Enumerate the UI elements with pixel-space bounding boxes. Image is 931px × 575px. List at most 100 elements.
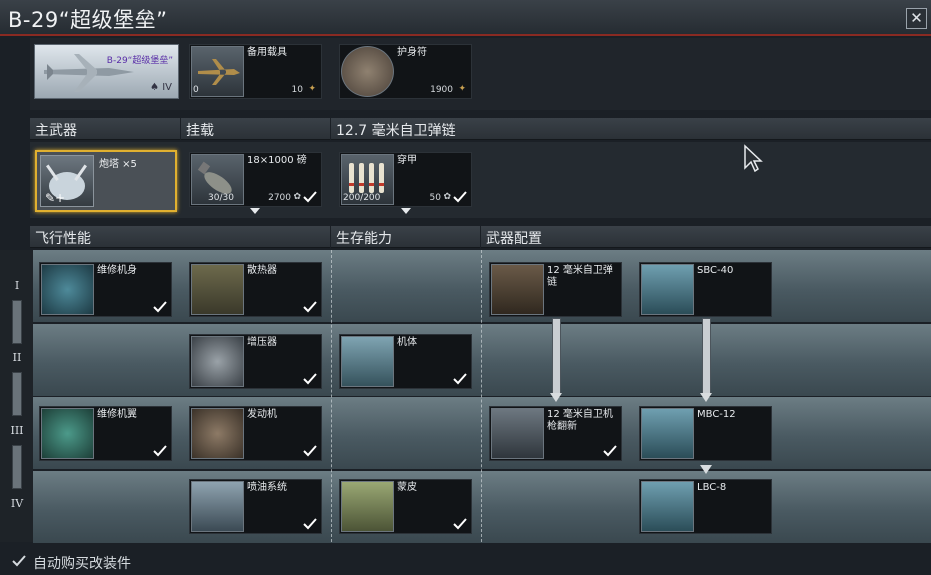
tier-label: I [14,279,20,292]
talisman-slot[interactable]: 护身符 1900 ✦ [339,44,472,99]
column-divider [481,250,482,542]
talisman-label: 护身符 [397,47,427,58]
module-label: 蒙皮 [397,482,417,493]
chevron-down-icon[interactable] [250,208,260,214]
arrow-down-icon [700,465,712,474]
module-label: 散热器 [247,265,277,276]
window-title: B-29“超级堡垒” [8,8,168,32]
footer [0,545,931,575]
silver-lion-icon: ✿ [443,192,451,202]
aircraft-card[interactable]: B-29“超级堡垒” ♠ IV [34,44,179,99]
turret-icon: ✎+ [40,155,94,207]
bomb-ammo: 30/30 [208,193,234,203]
engine-icon [191,408,244,459]
module-mbc12[interactable]: MBC-12 [639,406,772,461]
bomb-cost: 2700 [268,193,291,203]
module-turret12[interactable]: 12 毫米自卫机枪翻新 [489,406,622,461]
check-icon [303,301,317,313]
module-label: 发动机 [247,409,277,420]
module-airframe[interactable]: 机体 [339,334,472,389]
module-repair-wings[interactable]: 维修机翼 [39,406,172,461]
module-label: 维修机翼 [97,409,137,420]
check-icon [303,373,317,385]
check-icon [453,518,467,530]
dependency-connector [552,318,561,396]
tier-label: II [12,351,22,364]
arrow-down-icon [550,393,562,402]
fuselage-repair-icon [41,264,94,315]
check-icon [453,191,467,203]
dependency-connector [702,318,711,396]
header-weapons: 武器配置 [481,226,931,248]
module-label: MBC-12 [697,409,736,420]
cover-icon [341,481,394,532]
radiator-icon [191,264,244,315]
module-cover[interactable]: 蒙皮 [339,479,472,534]
belt-cost: 50 [429,193,441,203]
header-main-weapon: 主武器 [30,118,180,140]
talisman-cost: 1900 [430,85,453,95]
backup-count: 0 [193,85,199,95]
check-icon [603,445,617,457]
talisman-icon [341,46,394,97]
bomb-label: 18×1000 磅 [247,155,307,166]
injection-icon [191,481,244,532]
turret-icon [491,408,544,459]
auto-buy-checkbox[interactable] [12,555,26,567]
backup-cost: 10 [291,85,303,95]
turret-label: 炮塔 ×5 [99,159,137,170]
turret-card[interactable]: ✎+ 炮塔 ×5 [35,150,177,212]
module-engine[interactable]: 发动机 [189,406,322,461]
wing-repair-icon [41,408,94,459]
bomb-rack-icon [641,481,694,532]
bullets-icon [491,264,544,315]
tier-progress [12,372,22,416]
module-radiator[interactable]: 散热器 [189,262,322,317]
module-label: SBC-40 [697,265,734,276]
airframe-icon [341,336,394,387]
check-icon [303,191,317,203]
bomb-rack-icon [641,408,694,459]
belt-ammo: 200/200 [343,193,381,203]
bomb-slot[interactable]: 18×1000 磅 30/30 2700 ✿ [189,152,322,207]
tier-label: III [10,424,24,437]
tier-row [33,471,931,543]
module-repair-fuselage[interactable]: 维修机身 [39,262,172,317]
backup-vehicle-slot[interactable]: 备用载具 0 10 ✦ [189,44,322,99]
aircraft-rank: ♠ IV [150,82,172,93]
svg-text:✎+: ✎+ [45,191,65,205]
module-label: 喷油系统 [247,482,287,493]
header-payload: 挂载 [181,118,330,140]
chevron-down-icon[interactable] [401,208,411,214]
check-icon [303,518,317,530]
module-label: 12 毫米自卫机枪翻新 [547,409,613,432]
module-label: 机体 [397,337,417,348]
belt-label: 穿甲 [397,155,417,166]
module-injection[interactable]: 喷油系统 [189,479,322,534]
silver-lion-icon: ✿ [293,192,301,202]
check-icon [453,373,467,385]
module-label: 增压器 [247,337,277,348]
belt-slot[interactable]: 穿甲 200/200 50 ✿ [339,152,472,207]
header-belts: 12.7 毫米自卫弹链 [331,118,931,140]
arrow-down-icon [700,393,712,402]
supercharger-icon [191,336,244,387]
close-button[interactable]: ✕ [906,8,927,29]
mouse-cursor-icon [744,144,763,173]
module-belts12[interactable]: 12 毫米自卫弹链 [489,262,622,317]
module-label: LBC-8 [697,482,727,493]
golden-eagle-icon: ✦ [458,84,466,94]
auto-buy-label[interactable]: 自动购买改装件 [33,553,131,573]
module-supercharger[interactable]: 增压器 [189,334,322,389]
header-flight: 飞行性能 [30,226,330,248]
tier-progress [12,445,22,489]
tier-row [33,324,931,396]
module-sbc40[interactable]: SBC-40 [639,262,772,317]
tier-label: IV [10,497,24,510]
header-survivability: 生存能力 [331,226,480,248]
tier-progress [12,300,22,344]
check-icon [153,445,167,457]
module-lbc8[interactable]: LBC-8 [639,479,772,534]
column-divider [331,250,332,542]
aircraft-name: B-29“超级堡垒” [106,56,173,66]
